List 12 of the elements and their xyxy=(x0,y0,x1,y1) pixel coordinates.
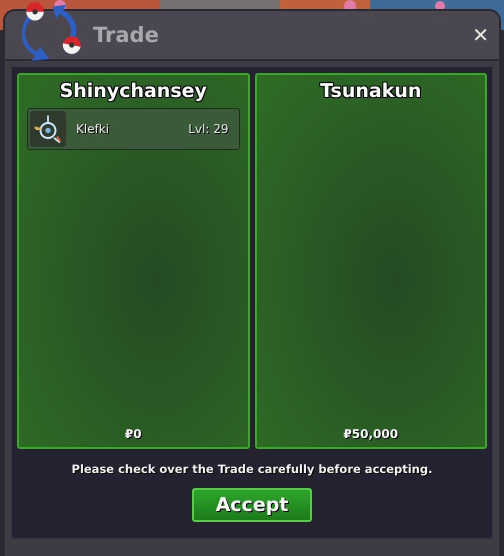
money-amount: ₽50,000 xyxy=(343,427,398,442)
pokemon-name: Klefki xyxy=(76,122,110,136)
money-amount: ₽0 xyxy=(124,427,142,442)
accept-button[interactable]: Accept xyxy=(192,488,312,522)
player-name: Shinychansey xyxy=(60,80,207,102)
close-button[interactable]: ✕ xyxy=(468,23,493,47)
pokemon-slot[interactable]: Klefki Lvl: 29 xyxy=(27,108,240,150)
key-ring-icon xyxy=(30,111,66,147)
player-name: Tsunakun xyxy=(320,80,422,102)
pokemon-level: Lvl: 29 xyxy=(188,122,228,136)
window-title: Trade xyxy=(93,23,160,47)
warning-message: Please check over the Trade carefully before accepting. xyxy=(72,462,432,476)
